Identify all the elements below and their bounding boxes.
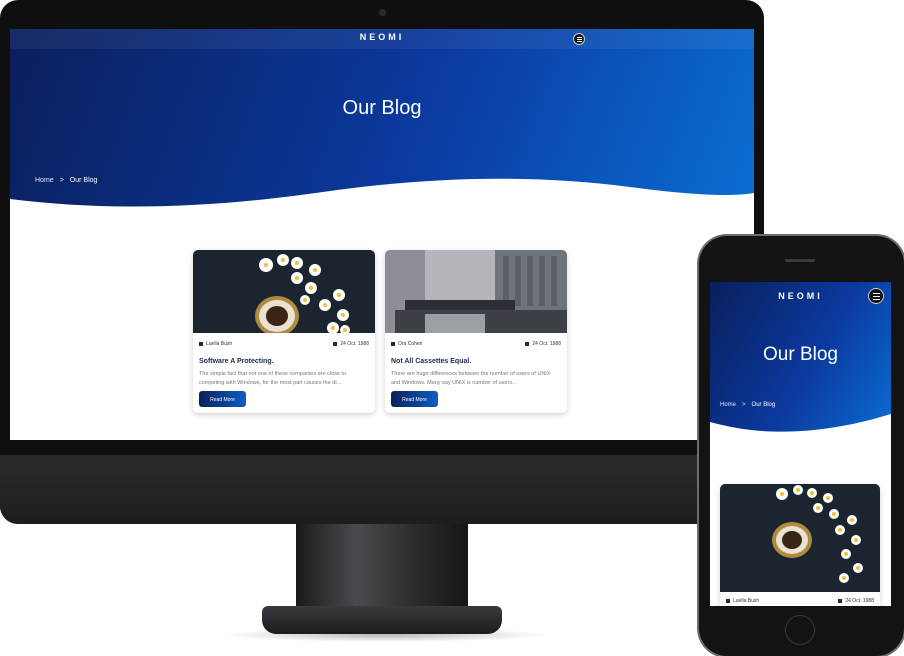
- mobile-page-title: Our Blog: [763, 344, 838, 365]
- mobile-screen: NEOMI Our Blog Home > Our Blog Luella Bu…: [710, 282, 891, 606]
- site-logo[interactable]: NEOMI: [10, 32, 754, 42]
- mobile-hamburger-menu-icon[interactable]: [868, 288, 884, 304]
- blog-card[interactable]: Ora Cohen 24 Oct. 1988 Not All Cassettes…: [385, 250, 567, 413]
- imac-stand-base: [262, 606, 502, 634]
- post-excerpt: There are huge differences between the n…: [391, 371, 551, 386]
- post-date: 24 Oct. 1988: [532, 341, 561, 347]
- blog-card[interactable]: Luella Bush 24 Oct. 1988 Software A Prot…: [193, 250, 375, 413]
- post-author: Luella Bush: [206, 341, 233, 347]
- user-icon: [391, 341, 395, 346]
- post-date: 24 Oct. 1988: [340, 341, 369, 347]
- post-author: Luella Bush: [733, 598, 760, 604]
- daisies-coffee-image: [193, 250, 375, 333]
- read-more-button[interactable]: Read More: [199, 391, 246, 407]
- imac-stand-neck: [296, 524, 468, 612]
- post-meta: Ora Cohen 24 Oct. 1988: [391, 341, 561, 347]
- phone-speaker: [785, 259, 815, 262]
- phone-home-button: [785, 615, 815, 645]
- post-author: Ora Cohen: [398, 341, 423, 347]
- post-title[interactable]: Software A Protecting.: [199, 358, 274, 365]
- user-icon: [726, 598, 730, 603]
- imac-camera: [379, 9, 386, 16]
- desktop-screen: NEOMI Our Blog Home > Our Blog Luella Bu…: [10, 29, 754, 440]
- post-date: 24 Oct. 1988: [845, 598, 874, 604]
- user-icon: [199, 341, 203, 346]
- hamburger-menu-icon[interactable]: [573, 33, 585, 45]
- page-title: Our Blog: [342, 97, 422, 119]
- read-more-button[interactable]: Read More: [391, 391, 438, 407]
- post-title[interactable]: Not All Cassettes Equal.: [391, 358, 471, 365]
- mobile-site-logo[interactable]: NEOMI: [710, 291, 891, 301]
- imac-chin: [0, 455, 764, 524]
- mobile-hero-wave: [710, 414, 891, 450]
- calendar-icon: [525, 341, 530, 346]
- daisies-coffee-image: [720, 484, 880, 592]
- post-excerpt: The simple fact that not one of these co…: [199, 371, 347, 386]
- mobile-blog-card[interactable]: Luella Bush 24 Oct. 1988: [720, 484, 880, 606]
- post-meta: Luella Bush 24 Oct. 1988: [199, 341, 369, 347]
- post-meta: Luella Bush 24 Oct. 1988: [726, 598, 874, 604]
- calendar-icon: [333, 341, 338, 346]
- calendar-icon: [838, 598, 843, 603]
- hero-wave-divider: [10, 178, 754, 249]
- city-building-image: [385, 250, 567, 333]
